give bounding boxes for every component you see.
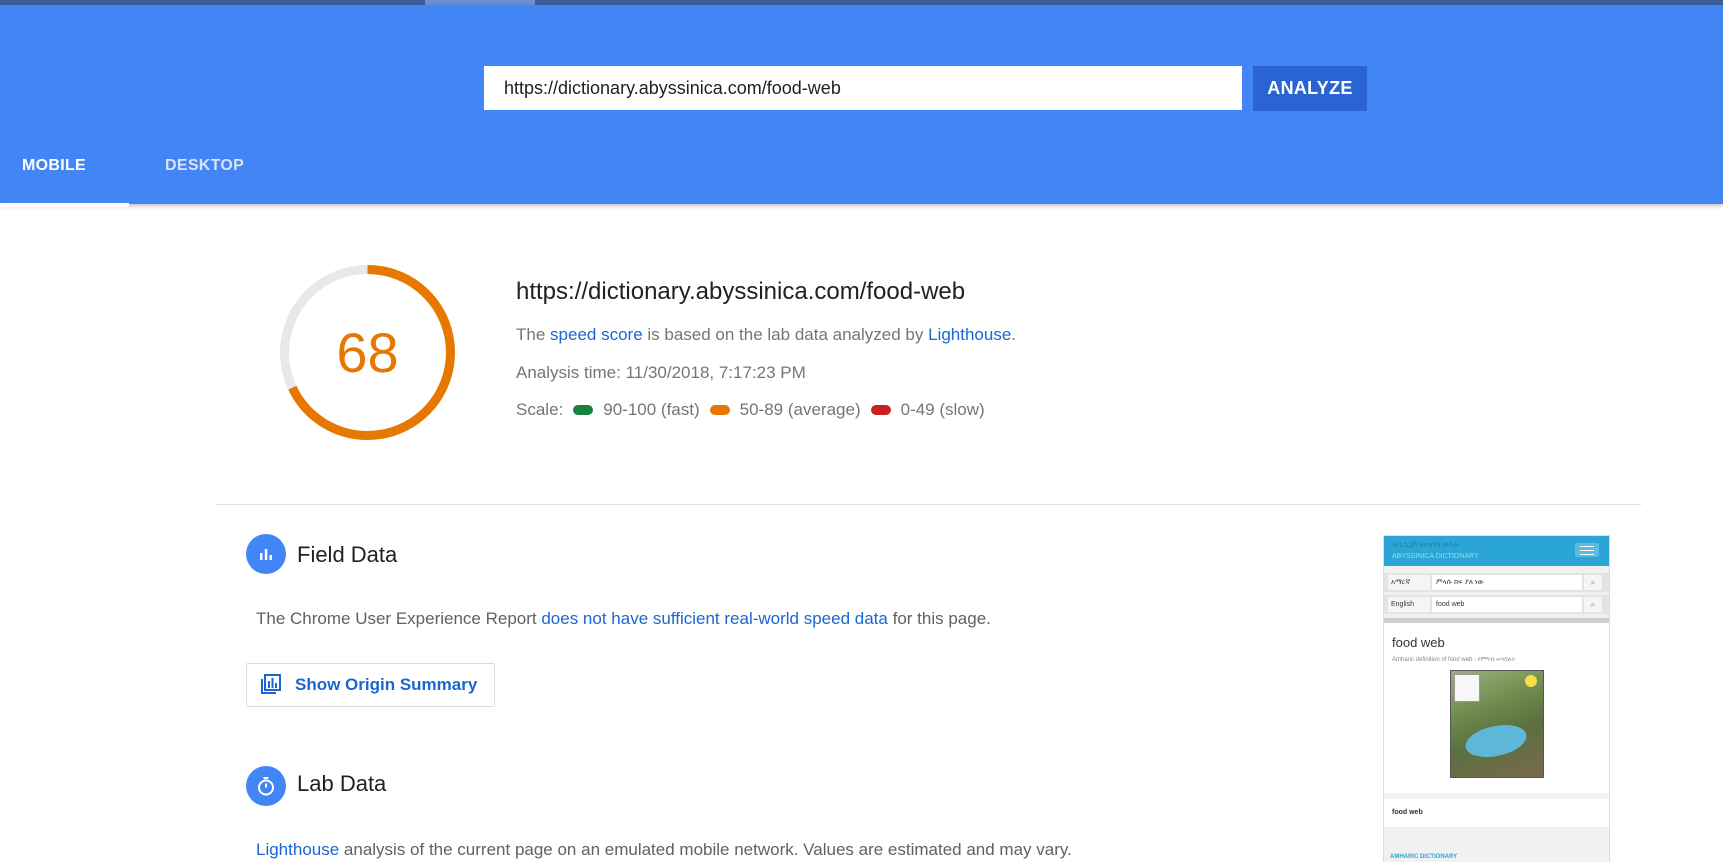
tab-mobile[interactable]: MOBILE bbox=[22, 157, 86, 175]
illustration-sun bbox=[1525, 675, 1537, 687]
score-value: 68 bbox=[336, 321, 399, 384]
header-bar: ANALYZE MOBILE DESKTOP bbox=[0, 5, 1723, 207]
lighthouse-link[interactable]: Lighthouse bbox=[928, 325, 1011, 344]
scale-fast: 90-100 (fast) bbox=[603, 400, 700, 419]
lab-data-text: Lighthouse analysis of the current page … bbox=[256, 840, 1072, 860]
thumb-search-row-amharic: አማርኛ ምላሱ ከፍ ያለ ነው ⌕ bbox=[1384, 573, 1609, 592]
bar-chart-icon bbox=[246, 534, 286, 574]
analysis-time: Analysis time: 11/30/2018, 7:17:23 PM bbox=[516, 363, 806, 382]
thumb-select-english: English bbox=[1388, 597, 1430, 612]
thumb-word: food web bbox=[1392, 635, 1445, 650]
thumb-word-card: food web Amharic definition of food web … bbox=[1384, 623, 1609, 793]
scale-label: Scale: bbox=[516, 400, 564, 419]
speed-score-link[interactable]: speed score bbox=[550, 325, 643, 344]
desc-mid: is based on the lab data analyzed by bbox=[642, 325, 929, 344]
lab-data-title: Lab Data bbox=[297, 771, 387, 796]
score-description: The speed score is based on the lab data… bbox=[516, 325, 1016, 345]
field-text-suffix: for this page. bbox=[887, 609, 991, 628]
analyzed-url: https://dictionary.abyssinica.com/food-w… bbox=[516, 278, 966, 305]
thumb-search-icon: ⌕ bbox=[1584, 575, 1602, 590]
insufficient-data-link[interactable]: does not have sufficient real-world spee… bbox=[541, 609, 888, 628]
thumb-header: አቢሲኒካ መዝገበ ቃላት ABYSSINICA DICTIONARY bbox=[1384, 536, 1609, 566]
page-screenshot-thumbnail: አቢሲኒካ መዝገበ ቃላት ABYSSINICA DICTIONARY አማር… bbox=[1383, 535, 1610, 862]
thumb-footer: food web bbox=[1384, 799, 1609, 827]
food-web-illustration bbox=[1450, 670, 1544, 778]
lab-lighthouse-link[interactable]: Lighthouse bbox=[256, 840, 339, 859]
average-pill-icon bbox=[709, 405, 730, 415]
thumb-search-row-english: English food web ⌕ bbox=[1384, 595, 1609, 614]
scale-average: 50-89 (average) bbox=[739, 400, 861, 419]
tab-desktop[interactable]: DESKTOP bbox=[165, 157, 244, 175]
thumb-input-english: food web bbox=[1432, 597, 1582, 612]
hamburger-menu-icon bbox=[1575, 543, 1599, 557]
tab-active-indicator bbox=[0, 203, 129, 207]
thumb-select-amharic: አማርኛ bbox=[1388, 575, 1430, 590]
thumb-site-title: አቢሲኒካ መዝገበ ቃላት bbox=[1392, 540, 1459, 549]
lab-text-rest: analysis of the current page on an emula… bbox=[339, 840, 1072, 859]
thumb-site-subtitle: ABYSSINICA DICTIONARY bbox=[1392, 553, 1479, 560]
scale-slow: 0-49 (slow) bbox=[900, 400, 985, 419]
thumb-footer-word: food web bbox=[1392, 809, 1423, 816]
field-data-title: Field Data bbox=[297, 542, 398, 567]
thumb-amharic-label: AMHARIC DICTIONARY bbox=[1390, 854, 1458, 860]
thumb-input-amharic: ምላሱ ከፍ ያለ ነው bbox=[1432, 575, 1582, 590]
illustration-pond bbox=[1462, 719, 1530, 763]
field-data-text: The Chrome User Experience Report does n… bbox=[256, 609, 991, 629]
show-origin-summary-button[interactable]: Show Origin Summary bbox=[246, 663, 495, 707]
origin-summary-label: Show Origin Summary bbox=[295, 675, 478, 694]
slow-pill-icon bbox=[870, 405, 891, 415]
illustration-legend bbox=[1454, 674, 1480, 702]
desc-prefix: The bbox=[516, 325, 551, 344]
library-chart-icon bbox=[261, 674, 281, 694]
section-divider bbox=[216, 504, 1641, 505]
scale-legend: Scale: 90-100 (fast) 50-89 (average) 0-4… bbox=[516, 400, 985, 420]
fast-pill-icon bbox=[573, 405, 594, 415]
thumb-definition: Amharic definition of food web - የምግብ ሠን… bbox=[1392, 657, 1516, 663]
thumb-search-icon-2: ⌕ bbox=[1584, 597, 1602, 612]
url-input[interactable] bbox=[484, 66, 1242, 110]
field-text-prefix: The Chrome User Experience Report bbox=[256, 609, 542, 628]
stopwatch-icon bbox=[246, 766, 286, 806]
analyze-button[interactable]: ANALYZE bbox=[1253, 66, 1367, 111]
desc-suffix: . bbox=[1011, 325, 1017, 344]
